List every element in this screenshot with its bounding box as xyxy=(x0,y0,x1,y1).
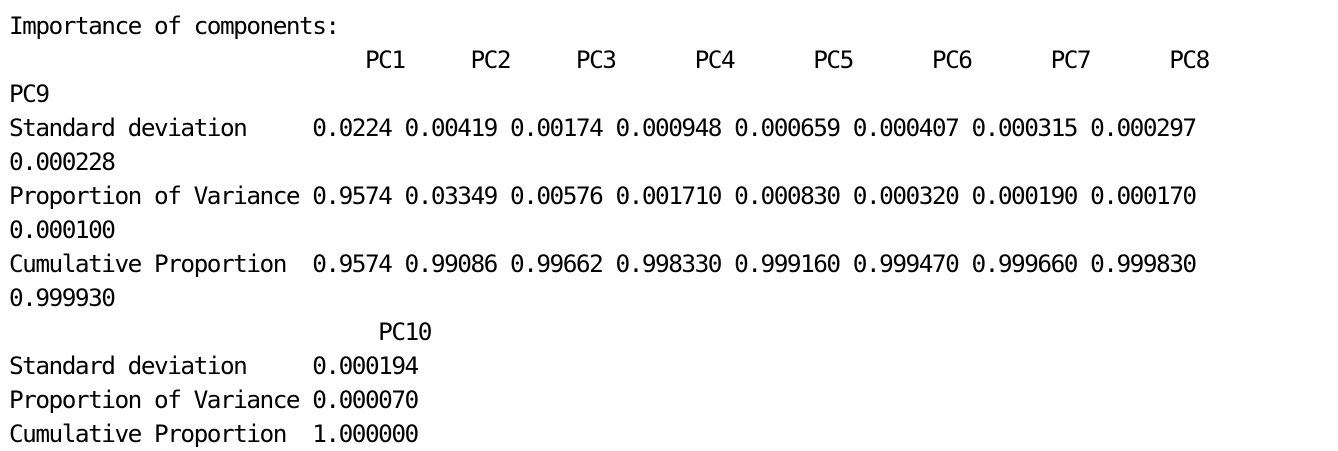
console-line-pc10-standard-deviation: Standard deviation 0.000194 xyxy=(9,351,419,380)
console-line-pc10-proportion-of-variance: Proportion of Variance 0.000070 xyxy=(9,385,419,414)
console-line-cumulative-proportion: Cumulative Proportion 0.9574 0.99086 0.9… xyxy=(9,249,1197,278)
console-line-cumulative-proportion-pc9: 0.999930 xyxy=(9,283,116,312)
console-line-proportion-of-variance-pc9: 0.000100 xyxy=(9,215,116,244)
console-line-heading: Importance of components: xyxy=(9,11,340,40)
console-line-pc10-cumulative-proportion: Cumulative Proportion 1.000000 xyxy=(9,419,419,448)
console-line-pc9-header: PC9 xyxy=(9,79,50,108)
console-line-standard-deviation: Standard deviation 0.0224 0.00419 0.0017… xyxy=(9,113,1197,142)
console-line-pc10-header: PC10 xyxy=(9,317,432,346)
console-line-pc-headers: PC1 PC2 PC3 PC4 PC5 PC6 PC7 PC8 xyxy=(9,45,1210,74)
console-line-proportion-of-variance: Proportion of Variance 0.9574 0.03349 0.… xyxy=(9,181,1197,210)
console-line-standard-deviation-pc9: 0.000228 xyxy=(9,147,116,176)
r-console-output: Importance of components: PC1 PC2 PC3 PC… xyxy=(0,0,1338,448)
